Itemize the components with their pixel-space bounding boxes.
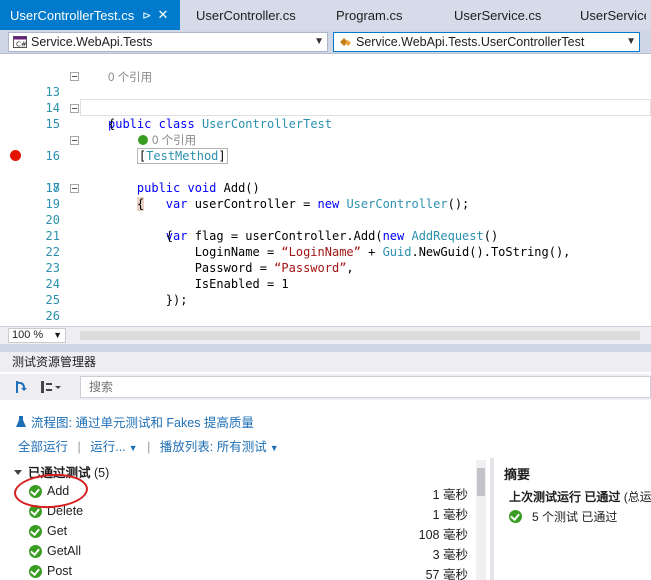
tab-label: Program.cs (336, 7, 403, 23)
type-name: Service.WebApi.Tests.UserControllerTest (356, 35, 585, 49)
chevron-down-icon[interactable]: ▼ (270, 443, 279, 453)
zoom-dropdown[interactable]: 100 % ▼ (8, 328, 66, 343)
panel-splitter[interactable] (0, 344, 651, 352)
code-line: 25 (0, 276, 651, 307)
tab-userservice[interactable]: UserService.cs (434, 0, 566, 30)
collapse-icon[interactable] (70, 184, 79, 193)
zoom-level: 100 % (12, 329, 44, 341)
test-passed-icon (29, 545, 42, 558)
test-search-input[interactable] (80, 376, 651, 398)
chevron-down-icon[interactable]: ▼ (53, 329, 62, 342)
code-line: 16 public void Add() (0, 132, 651, 195)
class-icon (340, 38, 351, 46)
tab-usercontrollertest[interactable]: UserControllerTest.cs ⊳ ✕ (0, 0, 180, 30)
test-summary-panel: 摘要 上次测试运行 已通过 (总运 5 个测试 已通过 (496, 458, 651, 580)
test-name: Post (47, 564, 73, 578)
summary-result: 5 个测试 已通过 (509, 508, 617, 525)
test-duration: 108 毫秒 (418, 528, 468, 542)
navigation-bar: C# Service.WebApi.Tests ▼ Service.WebApi… (0, 30, 651, 54)
summary-title: 摘要 (504, 467, 531, 482)
svg-text:C#: C# (16, 41, 27, 49)
horizontal-scrollbar[interactable] (80, 331, 640, 340)
run-tests-after-build-icon[interactable] (14, 380, 30, 394)
document-tab-strip: UserControllerTest.cs ⊳ ✕ UserController… (0, 0, 651, 30)
project-dropdown[interactable]: C# Service.WebApi.Tests ▼ (8, 32, 328, 52)
breakpoint-icon[interactable] (10, 150, 21, 161)
chevron-down-icon[interactable]: ▼ (129, 443, 138, 453)
code-lens-row: 0 个引用 (0, 116, 651, 147)
code-line: 24 }); (0, 260, 651, 307)
code-line: 21 LoginName = “LoginName” + Guid.NewGui… (0, 212, 651, 259)
test-duration: 3 毫秒 (432, 548, 468, 562)
promo-link[interactable]: 流程图: 通过单元测试和 Fakes 提高质量 (16, 412, 254, 431)
collapse-icon[interactable] (70, 136, 79, 145)
code-text: Assert.AreEqual(true, flag); (108, 324, 368, 325)
expand-icon[interactable] (14, 470, 22, 475)
vertical-scrollbar[interactable] (476, 460, 486, 580)
run-link[interactable]: 运行... (90, 440, 125, 454)
test-row[interactable]: GetAll 3 毫秒 (0, 542, 480, 562)
code-line: 20 { (0, 196, 651, 243)
tab-userservice-overflow[interactable]: UserService (566, 0, 646, 30)
code-line: 17 { (0, 148, 651, 211)
playlist-link[interactable]: 播放列表: 所有测试 (160, 440, 267, 454)
separator: | (77, 440, 81, 454)
code-line: 18 var userController = new UserControll… (0, 164, 651, 211)
scrollbar-thumb[interactable] (477, 468, 485, 496)
test-explorer-title: 测试资源管理器 (0, 352, 651, 372)
code-line: 22 Password = “Password”, (0, 228, 651, 275)
test-row[interactable]: Get 108 毫秒 (0, 522, 480, 542)
close-icon[interactable]: ✕ (157, 7, 168, 23)
chevron-down-icon[interactable]: ▼ (626, 36, 636, 47)
test-passed-icon (509, 510, 522, 523)
last-run-suffix: (总运 (623, 490, 651, 504)
test-row[interactable]: Post 57 毫秒 (0, 562, 480, 580)
separator: | (147, 440, 151, 454)
type-dropdown[interactable]: Service.WebApi.Tests.UserControllerTest … (333, 32, 640, 52)
test-name: GetAll (47, 544, 82, 558)
test-explorer-body: 流程图: 通过单元测试和 Fakes 提高质量 全部运行 | 运行... ▼ | … (0, 402, 651, 580)
tab-label: UserService (580, 7, 646, 23)
run-all-link[interactable]: 全部运行 (18, 440, 68, 454)
code-line: 13 public class UserControllerTest (0, 68, 651, 131)
promo-text: 流程图: 通过单元测试和 Fakes 提高质量 (31, 416, 254, 430)
tab-label: UserService.cs (454, 7, 542, 23)
test-duration: 1 毫秒 (432, 508, 468, 522)
line-number: 27 (24, 324, 60, 325)
code-editor[interactable]: 0 个引用 13 public class UserControllerTest… (0, 55, 651, 325)
collapse-icon[interactable] (70, 72, 79, 81)
tab-label: UserControllerTest.cs (10, 7, 135, 23)
test-passed-icon (29, 525, 42, 538)
tab-label: UserController.cs (196, 7, 296, 23)
tab-usercontroller[interactable]: UserController.cs (186, 0, 316, 30)
test-row[interactable]: Delete 1 毫秒 (0, 502, 480, 522)
test-duration: 57 毫秒 (425, 568, 468, 580)
group-by-icon[interactable] (40, 380, 62, 394)
test-duration: 1 毫秒 (432, 488, 468, 502)
csharp-project-icon: C# (13, 36, 27, 48)
code-line: 14 { (0, 84, 651, 131)
code-line: 23 IsEnabled = 1 (0, 244, 651, 291)
test-passed-icon (29, 565, 42, 578)
test-name: Get (47, 524, 68, 538)
last-run-status: 已通过 (584, 490, 621, 504)
pin-icon[interactable]: ⊳ (142, 9, 151, 22)
code-line: 26 Assert.AreEqual(true, flag); (0, 292, 651, 323)
summary-result-text: 5 个测试 已通过 (532, 510, 618, 524)
code-line: 27 } (0, 308, 651, 324)
test-explorer-toolbar (0, 374, 651, 400)
flask-icon (16, 415, 26, 427)
test-actions-bar: 全部运行 | 运行... ▼ | 播放列表: 所有测试 ▼ (18, 436, 279, 455)
editor-status-bar: 100 % ▼ (0, 326, 651, 344)
project-name: Service.WebApi.Tests (31, 35, 153, 49)
chevron-down-icon[interactable]: ▼ (314, 36, 324, 47)
code-line: 15 [TestMethod] (0, 100, 651, 164)
tab-program[interactable]: Program.cs (316, 0, 434, 30)
panel-divider[interactable] (490, 458, 494, 580)
code-line: 19 var flag = userController.Add(new Add… (0, 180, 651, 243)
last-run-line: 上次测试运行 已通过 (总运 (509, 488, 651, 505)
group-count: (5) (94, 466, 110, 480)
collapse-icon[interactable] (70, 104, 79, 113)
last-run-label: 上次测试运行 (509, 490, 582, 504)
